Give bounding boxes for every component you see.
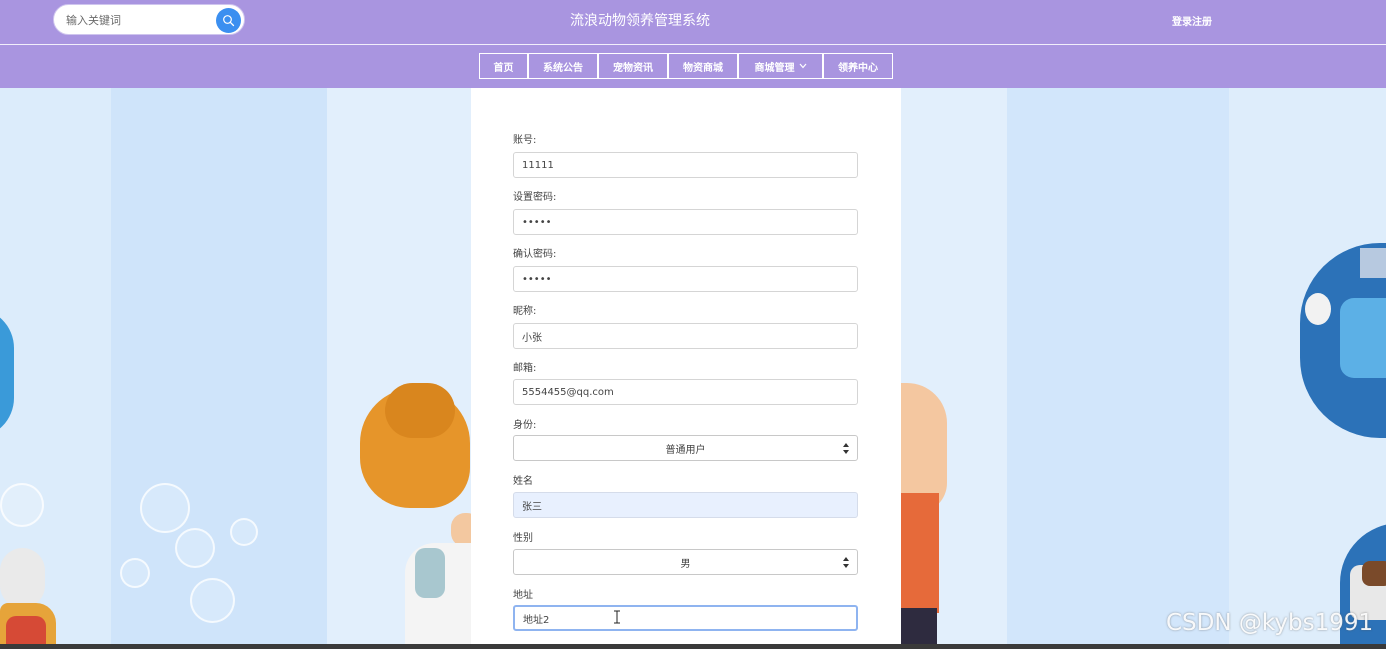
email-input[interactable]: 5554455@qq.com xyxy=(513,379,858,405)
confirm-password-input[interactable]: ••••• xyxy=(513,266,858,292)
nav-item-mall-management[interactable]: 商城管理 xyxy=(738,53,823,79)
top-header: 流浪动物领养管理系统 登录注册 xyxy=(0,0,1386,45)
select-arrows-icon xyxy=(843,443,849,454)
email-label: 邮箱: xyxy=(513,363,537,374)
address-label: 地址 xyxy=(513,590,533,601)
confirm-password-label: 确认密码: xyxy=(513,249,557,260)
nickname-value: 小张 xyxy=(522,332,542,344)
confirm-password-value: ••••• xyxy=(522,273,552,285)
nav-item-label: 领养中心 xyxy=(838,62,878,74)
login-register-link[interactable]: 登录注册 xyxy=(1150,13,1234,28)
account-label: 账号: xyxy=(513,135,537,146)
search-input[interactable] xyxy=(66,11,214,29)
account-value: 11111 xyxy=(522,159,554,171)
nickname-label: 昵称: xyxy=(513,306,537,317)
nav-item-home[interactable]: 首页 xyxy=(479,53,528,79)
search-box xyxy=(53,4,245,35)
site-title: 流浪动物领养管理系统 xyxy=(570,13,710,29)
password-input[interactable]: ••••• xyxy=(513,209,858,235)
nav-item-adoption-center[interactable]: 领养中心 xyxy=(823,53,893,79)
password-label: 设置密码: xyxy=(513,192,557,203)
cartoon-girl-illustration xyxy=(355,383,485,649)
gender-value: 男 xyxy=(680,558,691,570)
nav-item-label: 商城管理 xyxy=(754,62,795,74)
chevron-down-icon xyxy=(799,61,807,72)
nav-item-pet-news[interactable]: 宠物资讯 xyxy=(598,53,668,79)
address-value: 地址2 xyxy=(523,614,550,626)
nav-item-label: 宠物资讯 xyxy=(613,62,653,74)
account-input[interactable]: 11111 xyxy=(513,152,858,178)
watermark: CSDN @kybs1991 xyxy=(1166,610,1374,636)
select-arrows-icon xyxy=(843,557,849,568)
main-nav: 首页 系统公告 宠物资讯 物资商城 商城管理 领养中心 xyxy=(0,45,1386,88)
nav-item-supplies-mall[interactable]: 物资商城 xyxy=(668,53,738,79)
text-cursor-icon xyxy=(614,610,620,624)
email-value: 5554455@qq.com xyxy=(522,386,614,398)
nav-item-label: 首页 xyxy=(493,62,514,74)
cartoon-decoration-left-bottom xyxy=(0,548,56,649)
nav-item-announcements[interactable]: 系统公告 xyxy=(528,53,598,79)
search-button[interactable] xyxy=(216,8,241,33)
nickname-input[interactable]: 小张 xyxy=(513,323,858,349)
nav-item-label: 系统公告 xyxy=(543,62,583,74)
bottom-bar xyxy=(0,644,1386,649)
name-label: 姓名 xyxy=(513,476,533,487)
gender-label: 性别 xyxy=(513,533,533,544)
register-form-panel: 账号: 11111 设置密码: ••••• 确认密码: ••••• 昵称: 小张… xyxy=(471,88,901,649)
search-icon xyxy=(223,15,235,27)
address-input[interactable]: 地址2 xyxy=(513,605,858,631)
cartoon-person-illustration xyxy=(901,383,951,649)
role-value: 普通用户 xyxy=(665,444,706,456)
role-label: 身份: xyxy=(513,420,537,431)
password-value: ••••• xyxy=(522,216,552,228)
nav-item-label: 物资商城 xyxy=(683,62,723,74)
name-value: 张三 xyxy=(522,501,542,513)
gender-select[interactable]: 男 xyxy=(513,549,858,575)
name-input[interactable]: 张三 xyxy=(513,492,858,518)
role-select[interactable]: 普通用户 xyxy=(513,435,858,461)
